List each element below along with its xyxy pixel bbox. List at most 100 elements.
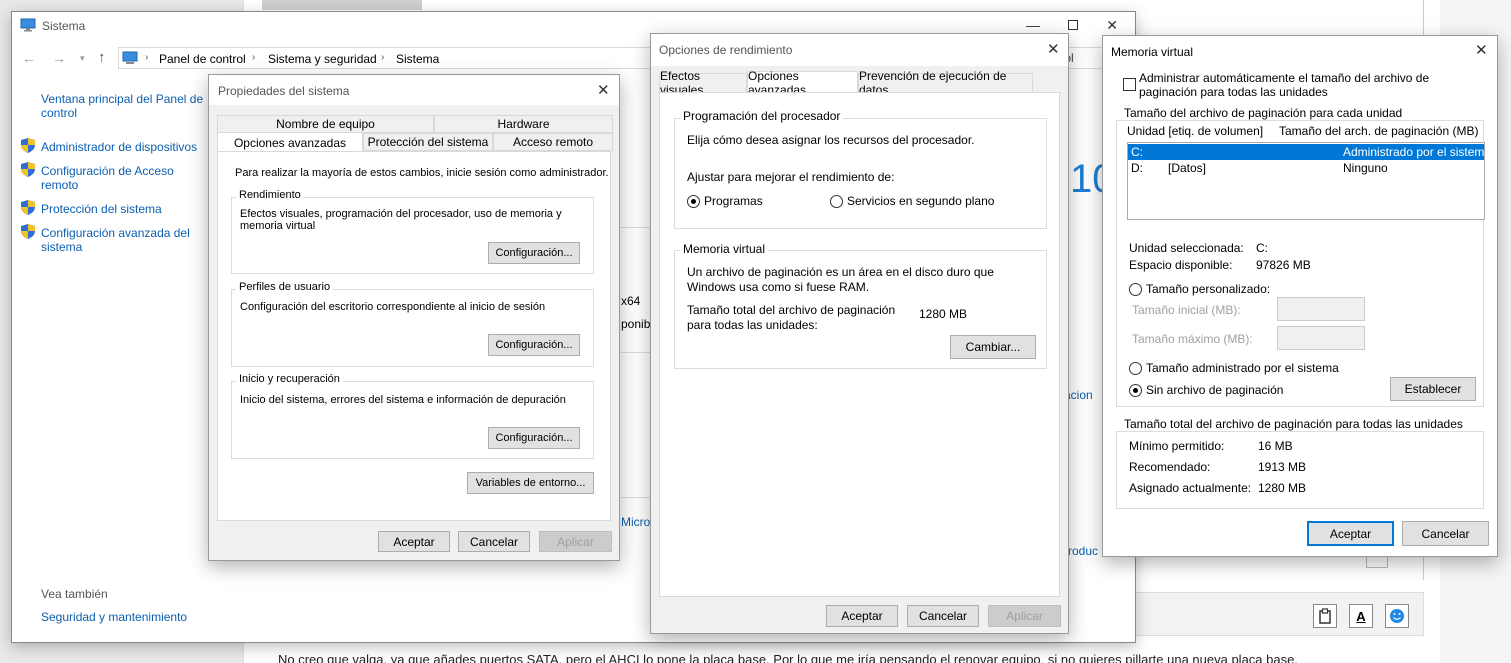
close-icon[interactable]: ✕ xyxy=(597,81,610,99)
propiedades-tab-panel: Para realizar la mayoría de estos cambio… xyxy=(217,151,611,521)
minimize-icon[interactable]: — xyxy=(1026,17,1040,33)
min-value: 16 MB xyxy=(1258,439,1293,453)
system-managed-radio[interactable]: Tamaño administrado por el sistema xyxy=(1129,361,1339,375)
radio-unselected[interactable] xyxy=(1129,361,1142,375)
recent-dropdown-icon[interactable]: ▾ xyxy=(80,53,85,64)
perfiles-config-button[interactable]: Configuración... xyxy=(488,334,580,356)
back-icon[interactable]: ← xyxy=(22,50,36,66)
radio-unselected[interactable] xyxy=(830,194,843,208)
drive-size: Administrado por el sistem xyxy=(1343,145,1485,159)
rendimiento-ok-button[interactable]: Aceptar xyxy=(826,605,898,627)
totals-label: Tamaño total del archivo de paginación p… xyxy=(1121,417,1466,431)
rendimiento-desc: Efectos visuales, programación del proce… xyxy=(240,208,562,232)
memoria-ok-button[interactable]: Aceptar xyxy=(1307,521,1394,546)
tab-proteccion[interactable]: Protección del sistema xyxy=(363,133,493,151)
shield-icon xyxy=(21,162,35,180)
nav-system-protection[interactable]: Protección del sistema xyxy=(41,202,211,216)
rendimiento-label: Rendimiento xyxy=(236,189,304,201)
no-paging-radio[interactable]: Sin archivo de paginación xyxy=(1129,383,1283,397)
rendimiento-cancel-button[interactable]: Cancelar xyxy=(907,605,979,627)
rendimiento-dialog: Opciones de rendimiento ✕ Efectos visual… xyxy=(650,33,1069,634)
drive-size: Ninguno xyxy=(1343,161,1388,175)
pen-touch-peek: ponib xyxy=(621,317,651,331)
custom-size-radio[interactable]: Tamaño personalizado: xyxy=(1129,282,1270,296)
up-icon[interactable]: ↑ xyxy=(98,49,106,66)
table-row[interactable]: C: Administrado por el sistem xyxy=(1128,144,1484,160)
tab-hardware[interactable]: Hardware xyxy=(434,115,613,133)
breadcrumb-panel[interactable]: Panel de control xyxy=(159,52,246,66)
chevron-right-icon: › xyxy=(381,52,385,63)
env-variables-button[interactable]: Variables de entorno... xyxy=(467,472,594,494)
initial-size-input[interactable] xyxy=(1277,297,1365,321)
close-icon[interactable]: ✕ xyxy=(1475,41,1488,59)
min-label: Mínimo permitido: xyxy=(1129,439,1225,453)
close-icon[interactable]: ✕ xyxy=(1047,40,1060,58)
perfiles-desc: Configuración del escritorio correspondi… xyxy=(240,301,546,313)
drive-list[interactable]: C: Administrado por el sistem D: [Datos]… xyxy=(1127,142,1485,220)
custom-size-label: Tamaño personalizado: xyxy=(1146,282,1271,296)
security-maintenance-link[interactable]: Seguridad y mantenimiento xyxy=(41,610,187,624)
drive-letter: D: xyxy=(1131,161,1143,175)
col-size-header: Tamaño del arch. de paginación (MB) xyxy=(1279,124,1479,138)
rendimiento-title: Opciones de rendimiento xyxy=(659,43,793,57)
table-row[interactable]: D: [Datos] Ninguno xyxy=(1128,160,1484,176)
font-icon[interactable]: A xyxy=(1349,604,1373,628)
microsoft-link-peek[interactable]: Micro xyxy=(621,515,650,529)
shield-icon xyxy=(21,224,35,242)
tab-opciones-avanzadas[interactable]: Opciones avanzadas xyxy=(217,132,363,153)
admin-note: Para realizar la mayoría de estos cambio… xyxy=(235,167,609,179)
monitor-icon xyxy=(20,18,36,35)
nav-home-link[interactable]: Ventana principal del Panel de control xyxy=(41,92,206,120)
product-key-peek[interactable]: roduc xyxy=(1068,544,1098,558)
inicio-config-button[interactable]: Configuración... xyxy=(488,427,580,449)
nav-remote-access[interactable]: Configuración de Acceso remoto xyxy=(41,164,191,192)
background-tab xyxy=(262,0,422,10)
tab-opciones-avanzadas[interactable]: Opciones avanzadas xyxy=(747,69,858,97)
procesador-label: Programación del procesador xyxy=(680,109,844,123)
rendimiento-apply-button[interactable]: Aplicar xyxy=(988,605,1061,627)
close-icon[interactable]: ✕ xyxy=(1106,17,1118,34)
computer-icon xyxy=(122,51,138,68)
tab-efectos-visuales[interactable]: Efectos visuales xyxy=(659,69,747,97)
selected-drive-label: Unidad seleccionada: xyxy=(1129,241,1244,255)
programas-radio[interactable]: Programas xyxy=(687,194,763,208)
radio-unselected[interactable] xyxy=(1129,282,1142,296)
chevron-right-icon: › xyxy=(145,52,149,63)
auto-manage-label: Administrar automáticamente el tamaño de… xyxy=(1139,71,1430,99)
forward-icon[interactable]: → xyxy=(52,50,66,66)
tab-prevencion-ejecucion[interactable]: Prevención de ejecución de datos xyxy=(858,69,1033,97)
servicios-radio[interactable]: Servicios en segundo plano xyxy=(830,194,994,208)
establecer-button[interactable]: Establecer xyxy=(1390,377,1476,401)
memoria-cancel-button[interactable]: Cancelar xyxy=(1402,521,1489,546)
current-value: 1280 MB xyxy=(1258,481,1307,495)
clipboard-icon[interactable] xyxy=(1313,604,1337,628)
maximize-icon[interactable] xyxy=(1068,20,1079,30)
propiedades-cancel-button[interactable]: Cancelar xyxy=(458,531,530,552)
rendimiento-tab-panel: Programación del procesador Elija cómo d… xyxy=(659,92,1060,597)
no-paging-label: Sin archivo de paginación xyxy=(1146,383,1284,397)
memoria-title: Memoria virtual xyxy=(1111,45,1194,59)
emoji-icon[interactable] xyxy=(1385,604,1409,628)
tab-nombre-equipo[interactable]: Nombre de equipo xyxy=(217,115,434,133)
shield-icon xyxy=(21,200,35,218)
propiedades-apply-button[interactable]: Aplicar xyxy=(539,531,612,552)
rendimiento-config-button[interactable]: Configuración... xyxy=(488,242,580,264)
tab-acceso-remoto[interactable]: Acceso remoto xyxy=(493,133,613,151)
propiedades-ok-button[interactable]: Aceptar xyxy=(378,531,450,552)
cambiar-button[interactable]: Cambiar... xyxy=(950,335,1036,359)
radio-selected[interactable] xyxy=(687,194,700,208)
nav-device-manager[interactable]: Administrador de dispositivos xyxy=(41,140,211,154)
ajustar-label: Ajustar para mejorar el rendimiento de: xyxy=(687,170,895,184)
recommended-value: 1913 MB xyxy=(1258,460,1307,474)
nav-advanced-settings[interactable]: Configuración avanzada del sistema xyxy=(41,226,201,254)
radio-selected[interactable] xyxy=(1129,383,1142,397)
inicio-desc: Inicio del sistema, errores del sistema … xyxy=(240,394,566,406)
max-size-input[interactable] xyxy=(1277,326,1365,350)
auto-manage-checkbox[interactable] xyxy=(1123,78,1136,91)
breadcrumb-sistema[interactable]: Sistema xyxy=(396,52,439,66)
col-drive-header: Unidad [etiq. de volumen] xyxy=(1127,124,1264,138)
breadcrumb-seguridad[interactable]: Sistema y seguridad xyxy=(268,52,377,66)
programas-label: Programas xyxy=(704,194,763,208)
memoria-dialog: Memoria virtual ✕ Administrar automática… xyxy=(1102,35,1498,557)
memoria-virtual-desc: Un archivo de paginación es un área en e… xyxy=(687,265,994,294)
